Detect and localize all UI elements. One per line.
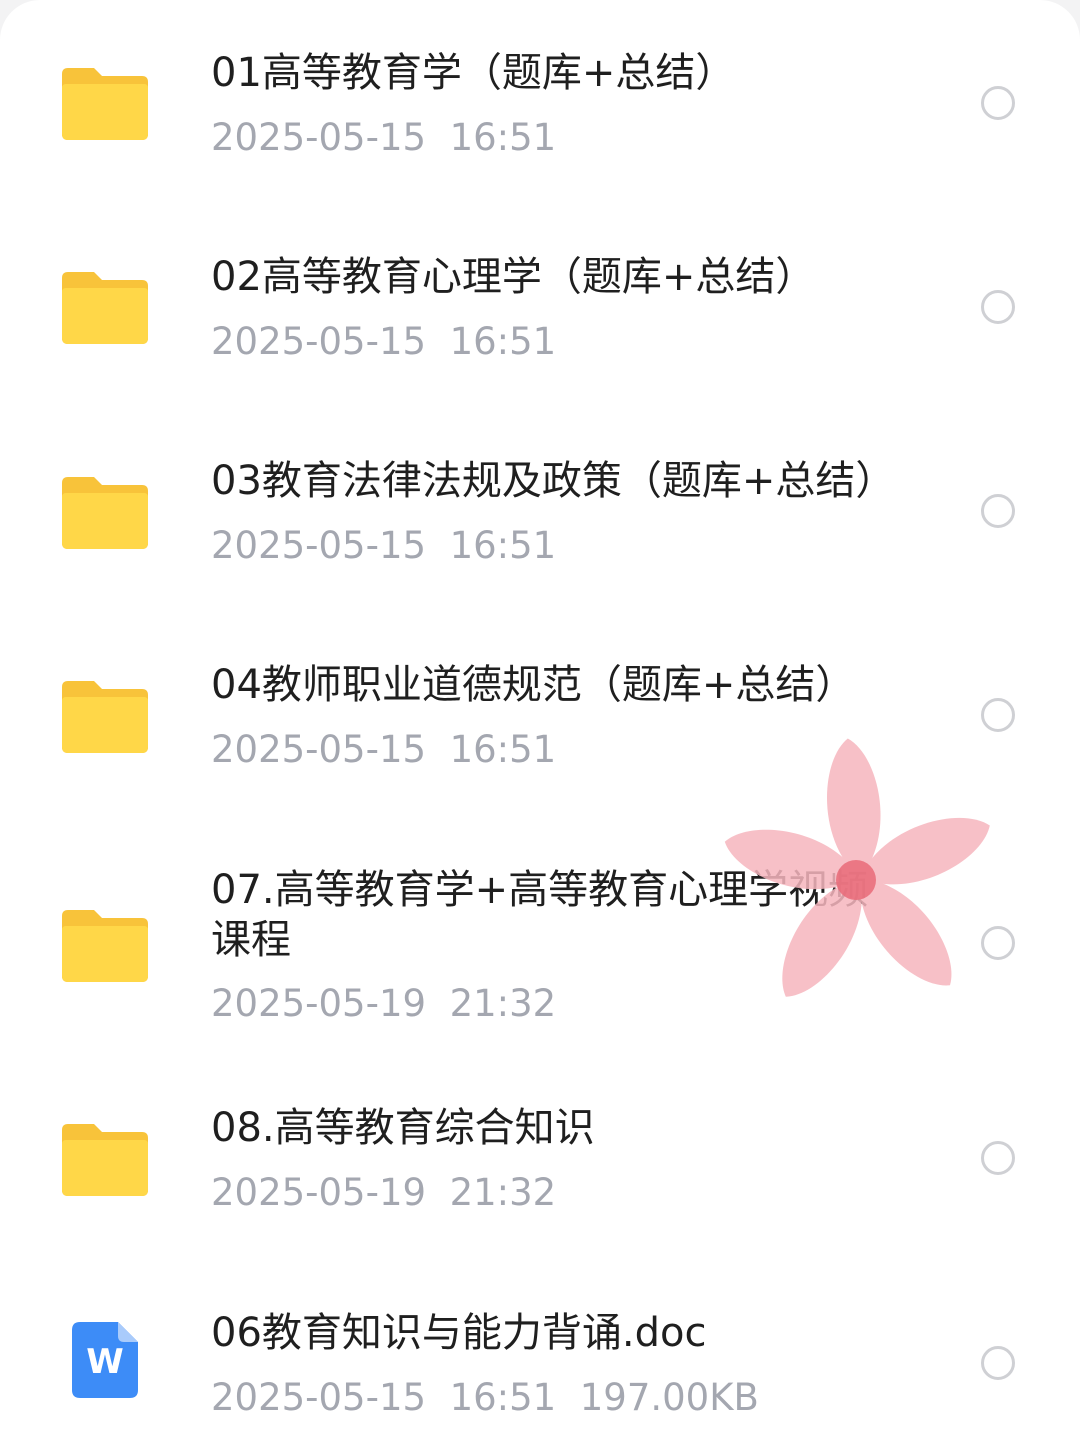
file-list: 01高等教育学（题库+总结） 2025-05-15 16:51 02高等教育心理… bbox=[0, 0, 1080, 1440]
folder-icon bbox=[62, 268, 148, 344]
file-name: 04教师职业道德规范（题库+总结） bbox=[211, 662, 856, 708]
file-date: 2025-05-15 bbox=[211, 116, 427, 159]
file-name: 08.高等教育综合知识 bbox=[211, 1105, 595, 1151]
file-date: 2025-05-15 bbox=[211, 728, 427, 771]
file-time: 21:32 bbox=[449, 1171, 557, 1214]
folder-icon bbox=[62, 1120, 148, 1196]
file-time: 16:51 bbox=[449, 524, 557, 567]
file-row[interactable]: 07.高等教育学+高等教育心理学视频课程 2025-05-19 21:32 bbox=[0, 820, 1080, 1070]
file-size: 197.00KB bbox=[579, 1376, 759, 1419]
file-row[interactable]: 08.高等教育综合知识 2025-05-19 21:32 bbox=[0, 1070, 1080, 1270]
file-row[interactable]: W 06教育知识与能力背诵.doc 2025-05-15 16:51 197.0… bbox=[0, 1270, 1080, 1440]
file-name: 02高等教育心理学（题库+总结） bbox=[211, 254, 816, 300]
word-doc-icon: W bbox=[72, 1322, 138, 1398]
file-date: 2025-05-19 bbox=[211, 982, 427, 1025]
folder-icon bbox=[62, 906, 148, 982]
select-radio[interactable] bbox=[981, 1346, 1015, 1380]
file-meta: 2025-05-15 16:51 bbox=[211, 524, 556, 568]
select-radio[interactable] bbox=[981, 926, 1015, 960]
file-list-card: 01高等教育学（题库+总结） 2025-05-15 16:51 02高等教育心理… bbox=[0, 0, 1080, 1440]
file-meta: 2025-05-15 16:51 bbox=[211, 116, 556, 160]
file-row[interactable]: 01高等教育学（题库+总结） 2025-05-15 16:51 bbox=[0, 0, 1080, 205]
file-time: 16:51 bbox=[449, 116, 557, 159]
select-radio[interactable] bbox=[981, 1141, 1015, 1175]
file-row[interactable]: 04教师职业道德规范（题库+总结） 2025-05-15 16:51 bbox=[0, 615, 1080, 820]
file-name: 06教育知识与能力背诵.doc bbox=[211, 1310, 707, 1356]
file-time: 21:32 bbox=[449, 982, 557, 1025]
folder-icon bbox=[62, 64, 148, 140]
word-badge-letter: W bbox=[86, 1342, 124, 1382]
select-radio[interactable] bbox=[981, 494, 1015, 528]
folder-icon bbox=[62, 677, 148, 753]
file-name: 07.高等教育学+高等教育心理学视频课程 bbox=[211, 867, 869, 963]
file-meta: 2025-05-19 21:32 bbox=[211, 982, 556, 1026]
file-meta: 2025-05-15 16:51 bbox=[211, 728, 556, 772]
file-meta: 2025-05-15 16:51 bbox=[211, 320, 556, 364]
file-meta: 2025-05-15 16:51 197.00KB bbox=[211, 1376, 759, 1420]
file-date: 2025-05-19 bbox=[211, 1171, 427, 1214]
file-time: 16:51 bbox=[449, 320, 557, 363]
file-row[interactable]: 02高等教育心理学（题库+总结） 2025-05-15 16:51 bbox=[0, 205, 1080, 410]
file-date: 2025-05-15 bbox=[211, 320, 427, 363]
folder-icon bbox=[62, 473, 148, 549]
select-radio[interactable] bbox=[981, 290, 1015, 324]
file-row[interactable]: 03教育法律法规及政策（题库+总结） 2025-05-15 16:51 bbox=[0, 410, 1080, 615]
select-radio[interactable] bbox=[981, 86, 1015, 120]
file-time: 16:51 bbox=[449, 728, 557, 771]
file-date: 2025-05-15 bbox=[211, 524, 427, 567]
file-date: 2025-05-15 bbox=[211, 1376, 427, 1419]
file-meta: 2025-05-19 21:32 bbox=[211, 1171, 556, 1215]
file-name: 03教育法律法规及政策（题库+总结） bbox=[211, 458, 896, 504]
file-time: 16:51 bbox=[449, 1376, 557, 1419]
select-radio[interactable] bbox=[981, 698, 1015, 732]
file-name: 01高等教育学（题库+总结） bbox=[211, 50, 736, 96]
